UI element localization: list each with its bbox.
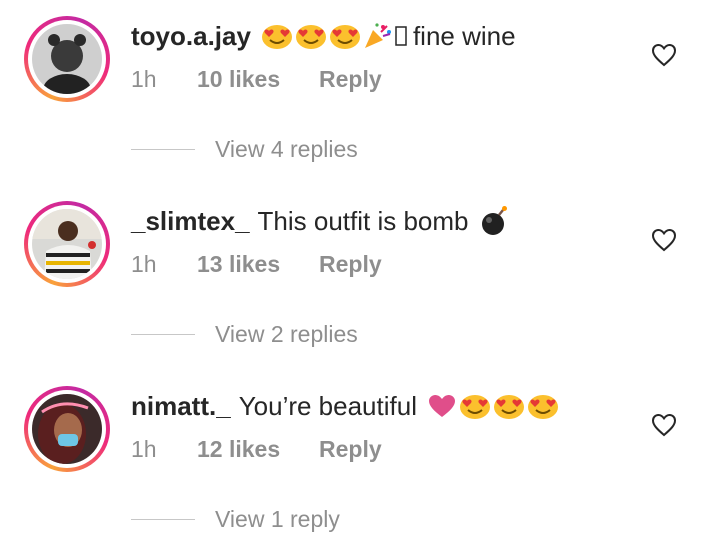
comment-body: This outfit is bomb — [257, 206, 469, 236]
avatar-frame — [28, 20, 106, 98]
comment-item: toyo.a.jay fine wine 1h 10 likes Reply Vie… — [0, 0, 720, 185]
avatar-photo — [32, 394, 102, 464]
avatar-frame — [28, 390, 106, 468]
avatar-photo — [32, 209, 102, 279]
comment-username[interactable]: nimatt._ — [131, 389, 231, 423]
bomb-emoji — [479, 205, 509, 237]
avatar[interactable] — [24, 386, 110, 472]
avatar[interactable] — [24, 16, 110, 102]
comment-body: You’re beautiful — [238, 391, 417, 421]
comment-time: 1h — [131, 436, 157, 462]
comment-time: 1h — [131, 251, 157, 277]
heart-eyes-emoji — [459, 393, 491, 419]
view-replies-button[interactable]: View 1 reply — [131, 504, 340, 534]
comment-meta: 1h 12 likes Reply — [131, 434, 382, 464]
reply-button[interactable]: Reply — [319, 66, 382, 92]
view-replies-label: View 2 replies — [215, 320, 358, 347]
likes-count[interactable]: 10 likes — [197, 64, 319, 94]
heart-eyes-emoji — [295, 23, 327, 49]
comment-item: _slimtex_ This outfit is bomb 1h 13 likes… — [0, 185, 720, 370]
likes-count[interactable]: 12 likes — [197, 434, 319, 464]
comment-body: fine wine — [412, 21, 516, 51]
view-replies-label: View 1 reply — [215, 505, 340, 532]
view-replies-button[interactable]: View 4 replies — [131, 134, 358, 164]
view-replies-button[interactable]: View 2 replies — [131, 319, 358, 349]
like-heart-icon[interactable] — [651, 43, 677, 67]
party-popper-emoji — [363, 22, 393, 50]
comment-item: nimatt._ You’re beautiful 1h 12 likes Repl… — [0, 370, 720, 555]
reply-button[interactable]: Reply — [319, 436, 382, 462]
divider — [131, 333, 195, 335]
divider — [131, 148, 195, 150]
pink-heart-emoji — [427, 393, 457, 419]
avatar-frame — [28, 205, 106, 283]
comment-username[interactable]: toyo.a.jay — [131, 19, 251, 53]
comment-meta: 1h 10 likes Reply — [131, 64, 382, 94]
comment-text-line: toyo.a.jay fine wine — [131, 19, 516, 53]
view-replies-label: View 4 replies — [215, 135, 358, 162]
unknown-glyph-icon — [395, 25, 407, 47]
heart-eyes-emoji — [261, 23, 293, 49]
like-heart-icon[interactable] — [651, 228, 677, 252]
comment-username[interactable]: _slimtex_ — [131, 204, 250, 238]
divider — [131, 518, 195, 520]
heart-eyes-emoji — [329, 23, 361, 49]
comment-text-line: _slimtex_ This outfit is bomb — [131, 204, 509, 238]
likes-count[interactable]: 13 likes — [197, 249, 319, 279]
avatar[interactable] — [24, 201, 110, 287]
comment-text-line: nimatt._ You’re beautiful — [131, 389, 559, 423]
like-heart-icon[interactable] — [651, 413, 677, 437]
heart-eyes-emoji — [493, 393, 525, 419]
reply-button[interactable]: Reply — [319, 251, 382, 277]
heart-eyes-emoji — [527, 393, 559, 419]
comment-time: 1h — [131, 66, 157, 92]
comment-meta: 1h 13 likes Reply — [131, 249, 382, 279]
avatar-photo — [32, 24, 102, 94]
